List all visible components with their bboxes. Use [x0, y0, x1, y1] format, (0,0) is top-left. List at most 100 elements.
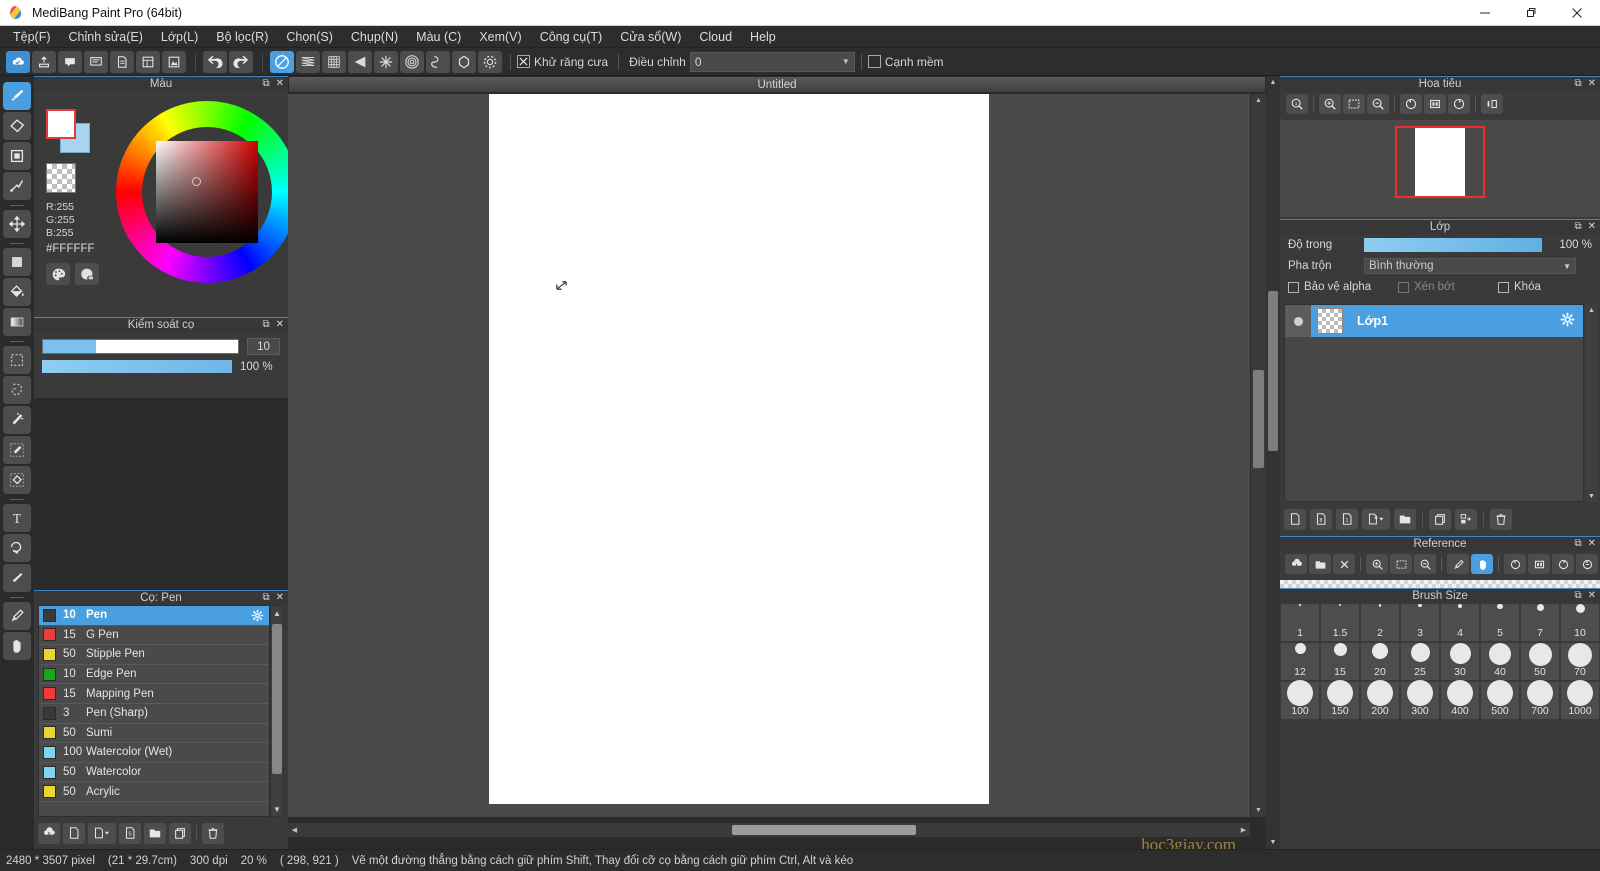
- brush-size-grid[interactable]: 11.5234571012152025304050701001502003004…: [1280, 603, 1600, 720]
- brush-folder-icon[interactable]: [144, 823, 166, 844]
- close-button[interactable]: [1554, 0, 1600, 26]
- brush-list-close-icon[interactable]: ✕: [276, 592, 284, 604]
- brush-size-float-icon[interactable]: ⧉: [1574, 590, 1581, 602]
- chat-panel-icon[interactable]: [84, 51, 108, 73]
- reference-flip-icon[interactable]: [1528, 554, 1550, 574]
- softedge-checkbox[interactable]: [868, 55, 881, 68]
- brush-delete-icon[interactable]: [202, 823, 224, 844]
- polygon-ruler-icon[interactable]: [452, 51, 476, 73]
- color-swatches[interactable]: [46, 109, 92, 155]
- document-icon[interactable]: [110, 51, 134, 73]
- layer-row[interactable]: Lớp1: [1285, 305, 1583, 337]
- antialias-checkbox[interactable]: [517, 55, 530, 68]
- tool-bucket[interactable]: [3, 278, 31, 306]
- brush-size-cell[interactable]: 100: [1280, 681, 1320, 720]
- brush-size-close-icon[interactable]: ✕: [1588, 590, 1596, 602]
- radial-lines-icon[interactable]: [374, 51, 398, 73]
- brush-opacity-slider[interactable]: [42, 360, 232, 373]
- reference-load-cloud-icon[interactable]: [1285, 554, 1307, 574]
- brush-list-scrollbar[interactable]: ▲ ▼: [270, 605, 284, 817]
- canvas-scroll-right-icon[interactable]: ▶: [1237, 823, 1250, 837]
- canvas-hscroll-thumb[interactable]: [732, 825, 916, 835]
- delete-layer-icon[interactable]: [1490, 509, 1512, 530]
- add-8bit-layer-icon[interactable]: 8: [1310, 509, 1332, 530]
- navigator-float-icon[interactable]: ⧉: [1574, 78, 1581, 90]
- scroll-up-icon[interactable]: ▲: [271, 606, 283, 620]
- zoom-fit-icon[interactable]: [1343, 94, 1365, 114]
- reference-zoom-in-icon[interactable]: [1366, 554, 1388, 574]
- brush-list-float-icon[interactable]: ⧉: [262, 592, 269, 604]
- tool-hand[interactable]: [3, 632, 31, 660]
- brush-cloud-download-icon[interactable]: [38, 823, 60, 844]
- brush-new-icon[interactable]: [63, 823, 85, 844]
- scroll-down-icon[interactable]: ▼: [271, 802, 283, 816]
- brush-size-cell[interactable]: 1.5: [1320, 603, 1360, 642]
- canvas-scroll-down-icon[interactable]: ▼: [1251, 804, 1266, 817]
- brush-size-cell[interactable]: 20: [1360, 642, 1400, 681]
- brush-size-cell[interactable]: 200: [1360, 681, 1400, 720]
- color-panel-close-icon[interactable]: ✕: [276, 78, 284, 90]
- tool-select-lasso[interactable]: [3, 376, 31, 404]
- adjust-select[interactable]: 0 ▼: [690, 52, 855, 72]
- tool-line[interactable]: [3, 172, 31, 200]
- menu-item-layer[interactable]: Lớp(L): [152, 27, 207, 47]
- reference-hand-icon[interactable]: [1471, 554, 1493, 574]
- right-dock-scroll-down-icon[interactable]: ▼: [1266, 836, 1280, 849]
- new-folder-icon[interactable]: [1394, 509, 1416, 530]
- brush-size-cell[interactable]: 3: [1400, 603, 1440, 642]
- brush-size-cell[interactable]: 40: [1480, 642, 1520, 681]
- layer-list-scrollbar[interactable]: ▲ ▼: [1585, 304, 1598, 502]
- clipping-checkbox[interactable]: Xén bớt: [1398, 281, 1498, 293]
- color-panel-float-icon[interactable]: ⧉: [262, 78, 269, 90]
- tool-brush[interactable]: [3, 82, 31, 110]
- layer-visibility-toggle[interactable]: [1285, 305, 1311, 337]
- navigator-close-icon[interactable]: ✕: [1588, 78, 1596, 90]
- rotate-right-icon[interactable]: [1448, 94, 1470, 114]
- canvas-scroll-left-icon[interactable]: ◀: [288, 823, 301, 837]
- color-square[interactable]: [156, 141, 258, 243]
- canvas-scroll-up-icon[interactable]: ▲: [1251, 94, 1266, 107]
- brush-size-cell[interactable]: 70: [1560, 642, 1600, 681]
- color-wheel[interactable]: [116, 101, 298, 283]
- brush-size-cell[interactable]: 300: [1400, 681, 1440, 720]
- menu-item-tools[interactable]: Công cụ(T): [531, 27, 612, 47]
- tool-eyedropper[interactable]: [3, 602, 31, 630]
- brush-size-cell[interactable]: 10: [1560, 603, 1600, 642]
- reference-rotate-right-icon[interactable]: [1552, 554, 1574, 574]
- layer-opacity-slider[interactable]: [1364, 238, 1542, 252]
- reference-zoom-out-icon[interactable]: [1414, 554, 1436, 574]
- add-layer-dropdown-icon[interactable]: [1362, 509, 1390, 530]
- zoom-out-icon[interactable]: [1367, 94, 1389, 114]
- reference-panel-close-icon[interactable]: ✕: [1588, 538, 1596, 550]
- redo-icon[interactable]: [229, 51, 253, 73]
- brush-size-cell[interactable]: 1: [1280, 603, 1320, 642]
- scroll-thumb[interactable]: [272, 624, 282, 774]
- brush-list-item[interactable]: 50Stipple Pen: [39, 645, 269, 665]
- flip-horizontal-icon[interactable]: [1424, 94, 1446, 114]
- brush-size-cell[interactable]: 700: [1520, 681, 1560, 720]
- brush-list-item[interactable]: 10Pen: [39, 606, 269, 626]
- lock-checkbox[interactable]: Khóa: [1498, 281, 1541, 293]
- canvas-vscroll-thumb[interactable]: [1253, 370, 1264, 468]
- brush-size-cell[interactable]: 400: [1440, 681, 1480, 720]
- page-manager-icon[interactable]: [136, 51, 160, 73]
- reference-clear-icon[interactable]: [1333, 554, 1355, 574]
- reference-fit-icon[interactable]: [1390, 554, 1412, 574]
- menu-item-edit[interactable]: Chỉnh sửa(E): [60, 27, 152, 47]
- brush-list-item[interactable]: 10Edge Pen: [39, 665, 269, 685]
- tool-eraser[interactable]: [3, 112, 31, 140]
- foreground-color-swatch[interactable]: [46, 109, 76, 139]
- tool-blur[interactable]: [3, 564, 31, 592]
- brush-size-cell[interactable]: 150: [1320, 681, 1360, 720]
- navigator-viewport-frame[interactable]: [1395, 126, 1485, 198]
- brush-size-value[interactable]: 10: [247, 338, 280, 355]
- menu-item-cloud[interactable]: Cloud: [690, 27, 741, 47]
- hatching-icon[interactable]: [296, 51, 320, 73]
- brush-size-cell[interactable]: 30: [1440, 642, 1480, 681]
- brush-size-cell[interactable]: 2: [1360, 603, 1400, 642]
- tool-text[interactable]: T: [3, 504, 31, 532]
- cloud-save-icon[interactable]: [6, 51, 30, 73]
- tool-shape[interactable]: [3, 142, 31, 170]
- curve-ruler-icon[interactable]: [426, 51, 450, 73]
- zoom-actual-icon[interactable]: 1: [1286, 94, 1308, 114]
